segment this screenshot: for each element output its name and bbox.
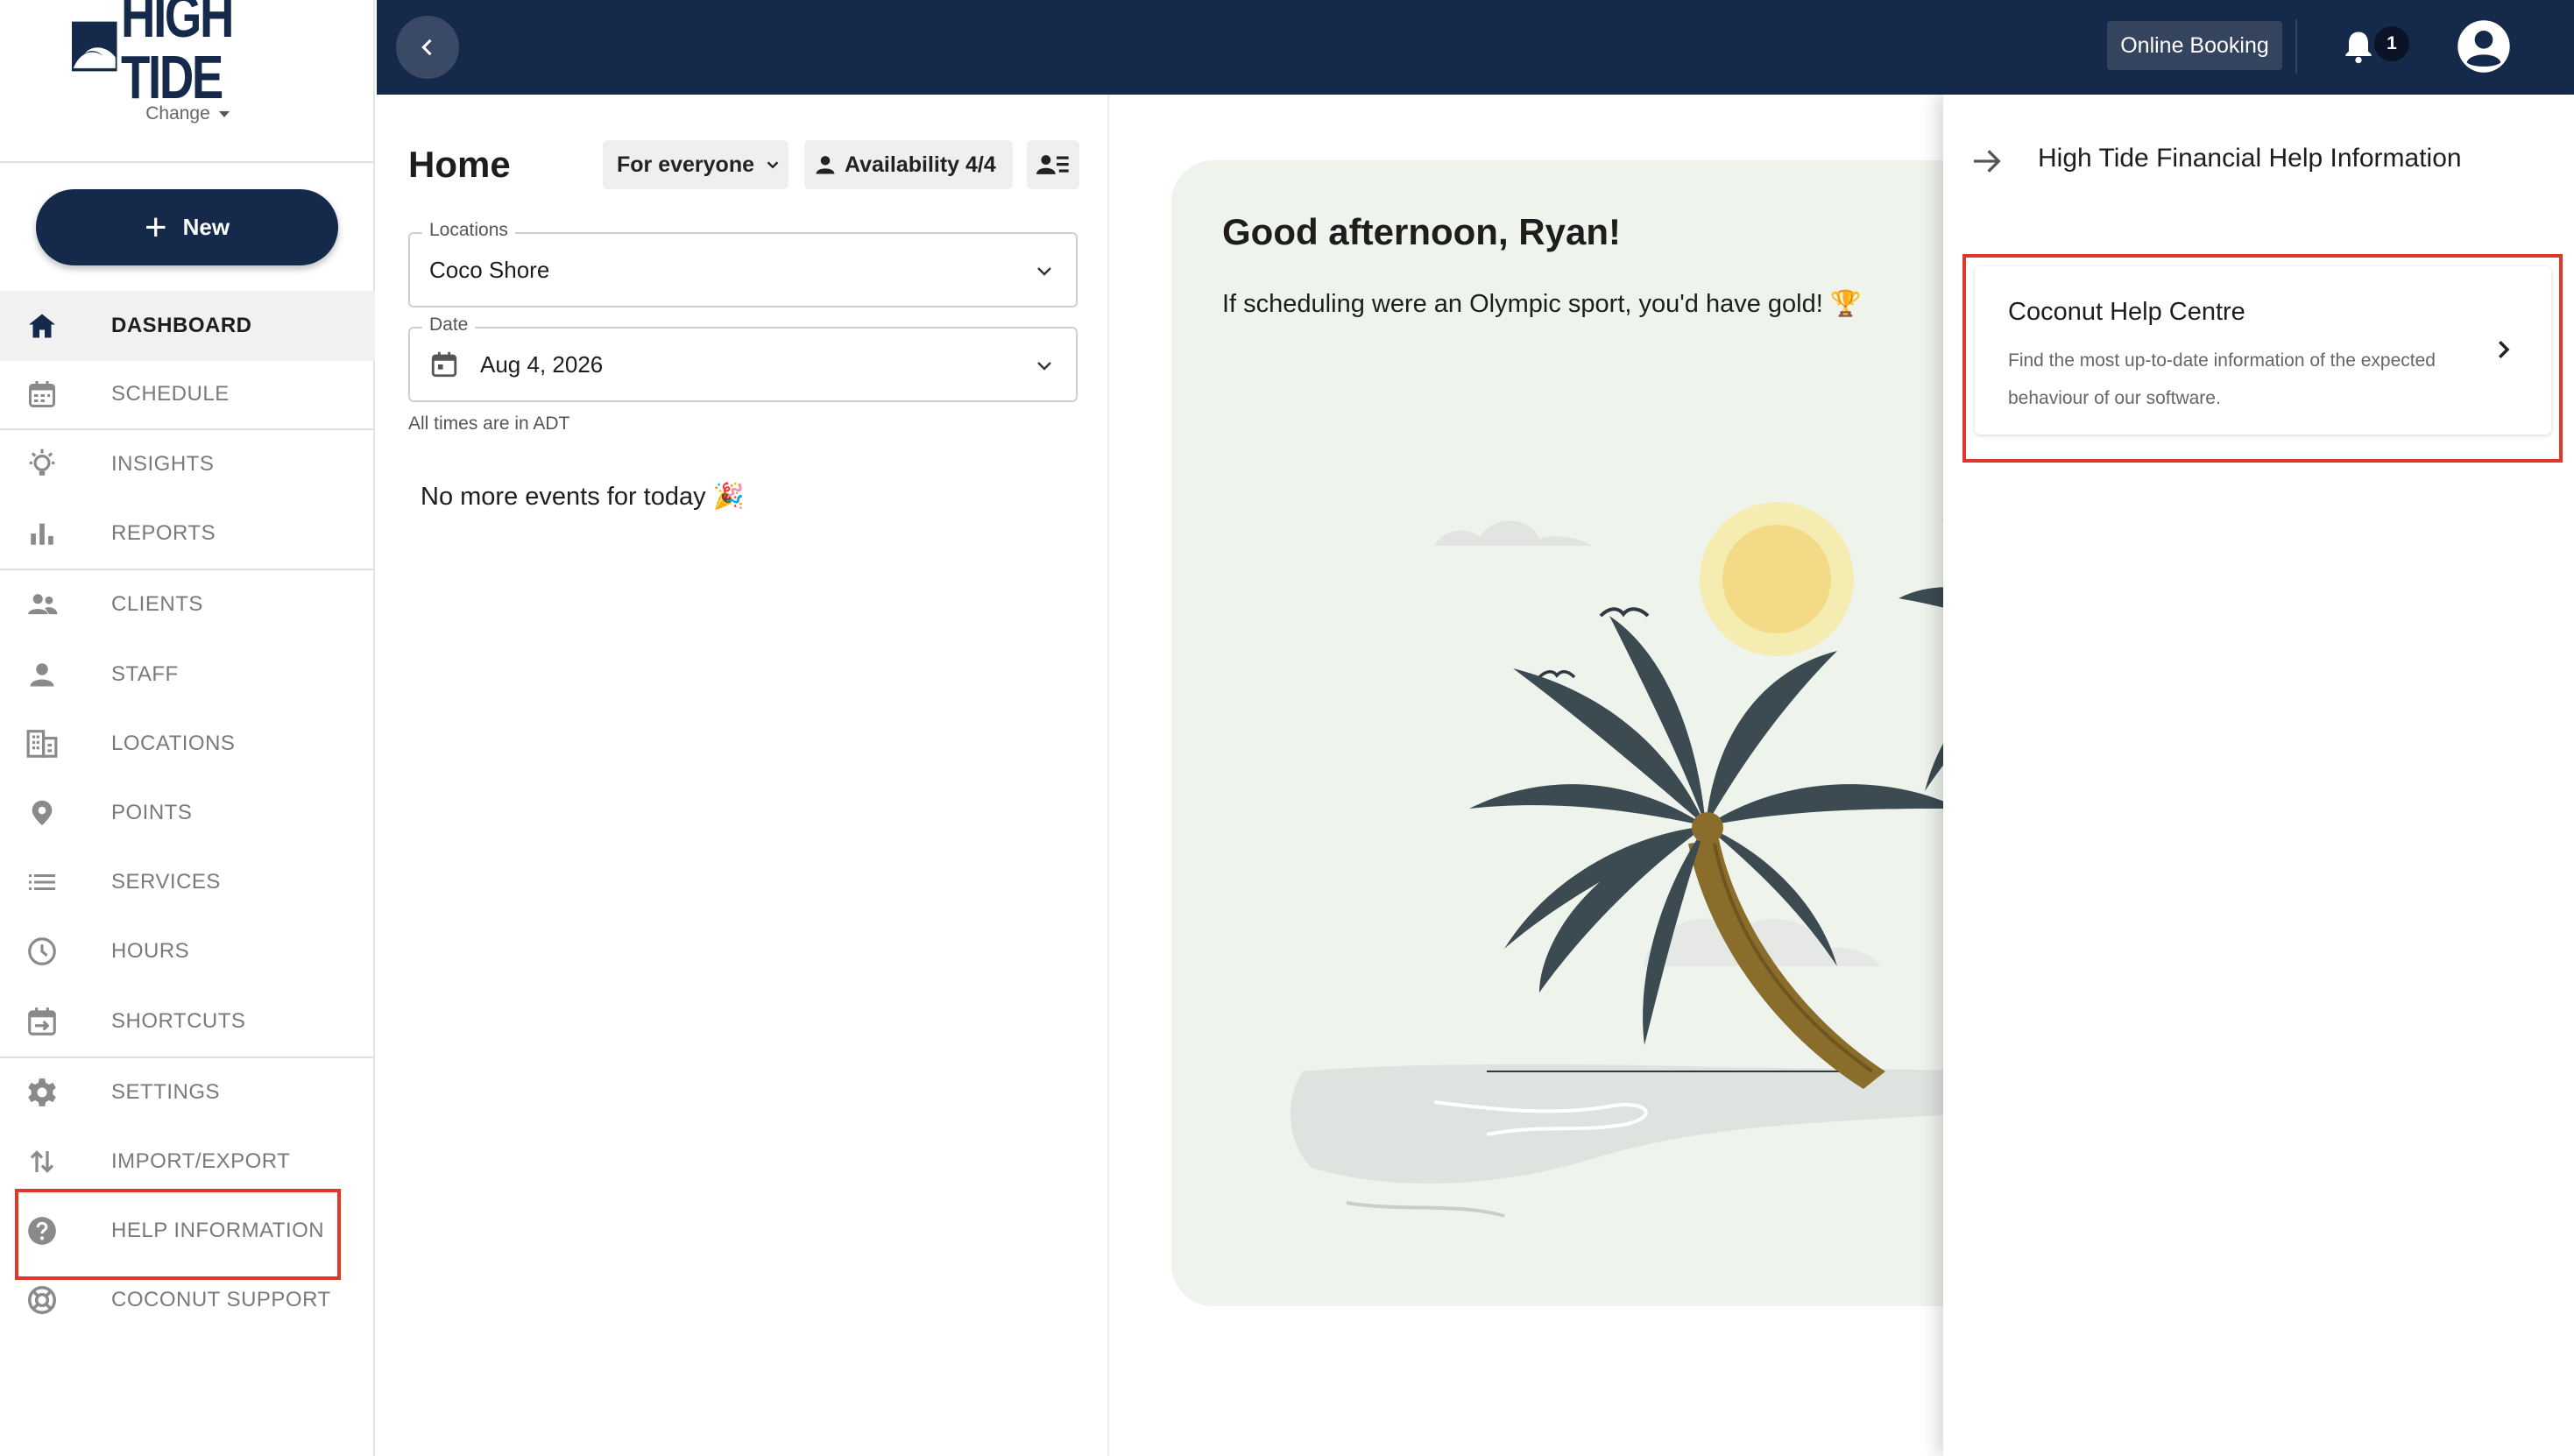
sidebar-item-settings[interactable]: SETTINGS [0,1057,375,1127]
sidebar-item-label: REPORTS [111,521,216,545]
locations-label: Locations [422,220,515,241]
logo-text: HIGH TIDE [120,0,234,111]
sidebar-item-clients[interactable]: CLIENTS [0,569,375,640]
drawer-title: High Tide Financial Help Information [2038,144,2462,173]
clock-icon [25,934,60,969]
help-information-drawer: High Tide Financial Help Information Coc… [1943,95,2574,1456]
sidebar: HIGH TIDE Change + New DASHBOARD SCHEDUL… [0,0,375,1456]
help-card-title: Coconut Help Centre [2008,298,2245,326]
greeting-subtitle: If scheduling were an Olympic sport, you… [1222,290,1862,318]
gear-icon [25,1075,60,1110]
topbar-divider [2295,19,2297,74]
sidebar-item-insights[interactable]: INSIGHTS [0,429,375,499]
calendar-icon [25,377,60,412]
wave-logo-icon [72,21,117,72]
people-icon [25,587,60,622]
map-pin-icon [25,795,60,830]
sidebar-item-services[interactable]: SERVICES [0,847,375,917]
person-icon [816,156,835,174]
home-icon [25,308,60,343]
availability-button[interactable]: Availability 4/4 [804,140,1013,189]
person-icon [25,657,60,692]
change-label: Change [145,103,210,124]
coconut-help-centre-card[interactable]: Coconut Help Centre Find the most up-to-… [1975,266,2551,435]
chevron-down-icon [1037,267,1051,276]
plus-icon: + [144,205,167,249]
calendar-icon [431,351,457,378]
sidebar-item-reports[interactable]: REPORTS [0,498,375,569]
swap-vertical-icon [25,1144,60,1179]
chevron-left-icon [421,39,432,56]
sidebar-item-import-export[interactable]: IMPORT/EXPORT [0,1127,375,1197]
staff-filter-dropdown[interactable]: For everyone [603,140,788,189]
new-button[interactable]: + New [36,189,338,265]
sidebar-item-label: LOCATIONS [111,732,236,755]
sidebar-item-staff[interactable]: STAFF [0,640,375,710]
chevron-right-icon [2499,341,2510,358]
sidebar-item-locations[interactable]: LOCATIONS [0,709,375,779]
sidebar-item-label: SHORTCUTS [111,1009,246,1033]
lightbulb-icon [25,447,60,482]
high-tide-logo[interactable]: HIGH TIDE [72,0,375,108]
date-value: Aug 4, 2026 [480,351,604,378]
timezone-note: All times are in ADT [408,413,570,434]
notification-count-badge: 1 [2374,26,2409,61]
availability-label: Availability 4/4 [845,152,996,177]
caret-down-icon [218,110,230,117]
sidebar-item-hours[interactable]: HOURS [0,916,375,986]
locations-select[interactable]: Locations Coco Shore [408,220,1078,307]
shortcut-icon [25,1004,60,1039]
sidebar-item-label: DASHBOARD [111,314,252,337]
help-card-description: Find the most up-to-date information of … [2008,350,2436,408]
greeting-title: Good afternoon, Ryan! [1222,211,1621,252]
sidebar-item-label: CLIENTS [111,592,203,616]
sidebar-item-label: SCHEDULE [111,382,230,406]
page-title: Home [408,144,511,185]
top-bar: Online Booking 1 [377,0,2574,95]
home-panel: Home For everyone Availability 4/4 Locat… [377,95,1109,1456]
date-picker[interactable]: Date Aug 4, 2026 [408,315,1078,402]
building-icon [25,726,60,761]
sidebar-item-schedule[interactable]: SCHEDULE [0,359,375,429]
sidebar-item-label: HOURS [111,939,190,963]
lifebuoy-icon [25,1283,60,1318]
staff-list-button[interactable] [1027,140,1079,189]
collapse-sidebar-button[interactable] [396,16,459,79]
sidebar-item-points[interactable]: POINTS [0,778,375,848]
chevron-down-icon [767,161,779,169]
sidebar-item-label: SERVICES [111,870,221,894]
brand-area: HIGH TIDE Change [0,0,375,163]
location-value: Coco Shore [429,257,550,283]
bell-icon[interactable] [2339,26,2378,67]
sidebar-item-shortcuts[interactable]: SHORTCUTS [0,986,375,1057]
list-icon [25,865,60,900]
sidebar-item-label: COCONUT SUPPORT [111,1288,331,1311]
palm-tree-illustration [1291,502,2047,1218]
contact-list-icon [1036,155,1069,174]
sidebar-item-label: IMPORT/EXPORT [111,1149,291,1173]
staff-filter-label: For everyone [617,152,755,177]
empty-events-message: No more events for today 🎉 [421,483,745,511]
chevron-down-icon [1037,362,1051,371]
sidebar-item-label: SETTINGS [111,1080,221,1104]
sidebar-item-dashboard[interactable]: DASHBOARD [0,291,375,361]
account-icon[interactable] [2457,19,2511,74]
sidebar-item-label: POINTS [111,801,193,824]
greeting-card: Good afternoon, Ryan! If scheduling were… [1171,160,2047,1306]
change-business-dropdown[interactable]: Change [0,103,375,124]
new-button-label: New [182,214,230,240]
close-drawer-arrow-icon[interactable] [1969,144,2005,179]
help-information-highlight [15,1189,341,1280]
date-label: Date [422,315,476,336]
online-booking-button[interactable]: Online Booking [2107,21,2282,70]
sidebar-item-label: STAFF [111,662,179,686]
sidebar-item-label: INSIGHTS [111,452,215,476]
bar-chart-icon [25,516,60,551]
